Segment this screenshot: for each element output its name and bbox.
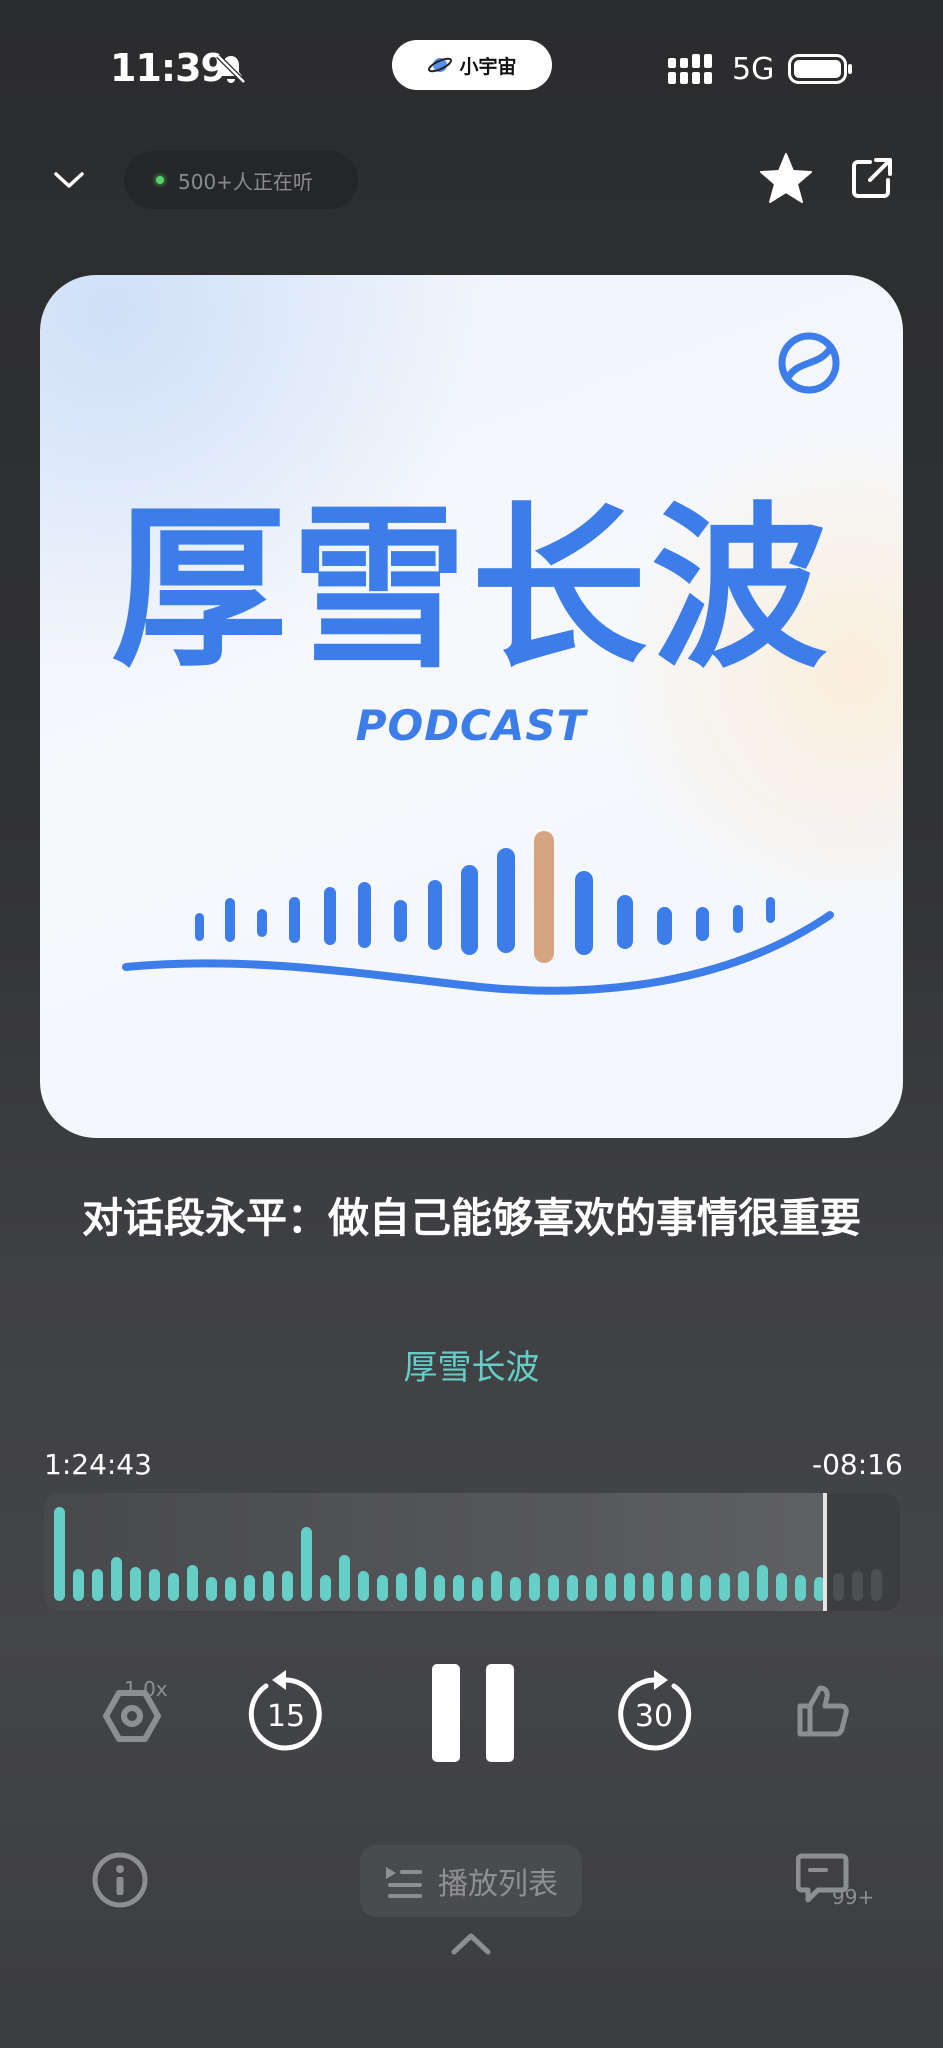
waveform-bar [453,1575,464,1601]
waveform-bar [662,1571,673,1601]
planet-icon [428,57,453,73]
waveform-bar [92,1569,103,1601]
listeners-count-pill[interactable]: 500+人正在听 [124,151,358,209]
waveform-bar [776,1573,787,1601]
waveform-bar [510,1577,521,1601]
waveform-bar [282,1571,293,1601]
skip-back-button[interactable]: 15 [242,1666,326,1758]
rewind-15-icon: 15 [248,1670,322,1751]
waveform-bar [206,1577,217,1601]
waveform-bar [187,1565,198,1601]
forward-30-icon: 30 [618,1670,692,1751]
speed-label: 1.0x [124,1677,168,1701]
share-external-icon[interactable] [848,154,896,202]
thumbs-up-icon [797,1685,849,1737]
waveform-bar [73,1569,84,1601]
waveform-bar [738,1571,749,1601]
pause-icon [432,1664,514,1762]
cover-logo-icon [778,332,840,394]
waveform-scrubber[interactable] [44,1493,900,1611]
waveform-bar [168,1573,179,1601]
waveform-bar [149,1569,160,1601]
skip-forward-button[interactable]: 30 [614,1666,698,1758]
island-label: 小宇宙 [459,55,517,78]
waveform-bar [377,1575,388,1601]
waveform-bar [852,1571,863,1601]
remaining-time: -08:16 [812,1448,903,1481]
episode-title: 对话段永平：做自己能够喜欢的事情很重要 [82,1194,861,1242]
silent-bell-icon [216,54,246,84]
listeners-text: 500+人正在听 [178,169,313,194]
playhead-handle[interactable] [822,1493,827,1611]
network-type: 5G [732,52,775,87]
playlist-icon [386,1867,422,1898]
waveform-bar [320,1575,331,1601]
battery-icon [788,54,852,84]
comments-count-badge: 99+ [832,1885,874,1908]
waveform-bar [396,1573,407,1601]
waveform-bar [225,1577,236,1601]
chevron-down-icon [54,172,84,188]
waveform-bar [358,1571,369,1601]
waveform-bar [795,1575,806,1601]
podcast-name-link[interactable]: 厚雪长波 [0,1340,943,1389]
waveform-bar [833,1573,844,1601]
waveform-bar [643,1573,654,1601]
status-time: 11:39 [110,46,227,90]
elapsed-time: 1:24:43 [44,1448,152,1481]
podcast-cover-art: 厚雪长波 PODCAST [40,275,903,1138]
waveform-bar [567,1575,578,1601]
waveform-bar [700,1575,711,1601]
waveform-bar [491,1571,502,1601]
comments-button[interactable]: 99+ [795,1852,874,1909]
waveform-bar [434,1575,445,1601]
svg-text:30: 30 [635,1699,673,1734]
pause-button[interactable] [426,1660,520,1766]
waveform-bar [472,1577,483,1601]
waveform-bar [130,1567,141,1601]
cover-soundwave [195,831,775,963]
cover-show-name: 厚雪长波 [111,487,831,692]
waveform-bar [548,1575,559,1601]
waveform-bar [586,1575,597,1601]
cover-subtitle: PODCAST [356,701,589,750]
collapse-player-button[interactable] [44,155,94,205]
waveform-bar [339,1555,350,1601]
comment-bubble-icon: 99+ [795,1853,874,1909]
waveform-bar [54,1507,65,1601]
waveform-bar [529,1573,540,1601]
playlist-label: 播放列表 [438,1867,558,1902]
star-icon[interactable] [758,150,814,206]
waveform-bar [719,1573,730,1601]
waveform-bar [871,1569,882,1601]
dynamic-island-app-badge[interactable]: 小宇宙 [392,40,552,90]
signal-icon [668,54,712,84]
waveform-bar [111,1557,122,1601]
waveform-bar [624,1573,635,1601]
waveform-bar [415,1567,426,1601]
waveform-bar [263,1571,274,1601]
waveform-bar [605,1573,616,1601]
waveform-bars [54,1507,882,1601]
waveform-bar [757,1565,768,1601]
live-dot-icon [156,176,164,184]
playlist-button[interactable]: 播放列表 [360,1845,582,1917]
waveform-bar [301,1527,312,1601]
like-button[interactable] [790,1678,856,1744]
svg-text:15: 15 [267,1699,305,1734]
waveform-bar [681,1573,692,1601]
info-icon[interactable] [90,1850,150,1910]
waveform-bar [244,1575,255,1601]
chevron-up-icon[interactable] [448,1926,494,1958]
